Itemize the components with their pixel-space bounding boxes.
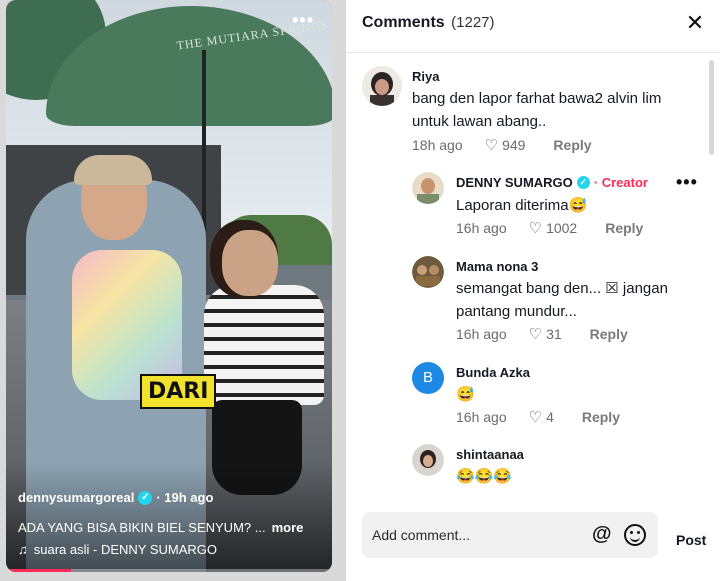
comment-item: DENNY SUMARGO ✓ · Creator ••• Laporan di… <box>346 168 720 238</box>
comments-title: Comments <box>362 14 445 31</box>
avatar[interactable] <box>412 256 444 288</box>
reply-button[interactable]: Reply <box>582 409 620 425</box>
avatar-image <box>412 444 444 476</box>
video-scene-umbrella-pole <box>202 50 206 230</box>
comment-meta: 16h ago ♡ 31 Reply <box>456 325 628 343</box>
avatar[interactable] <box>362 66 402 106</box>
video-scene-hat <box>74 155 152 185</box>
comment-author[interactable]: shintaanaa <box>456 447 524 462</box>
comment-author-name[interactable]: Bunda Azka <box>456 365 530 380</box>
comment-author[interactable]: DENNY SUMARGO ✓ · Creator <box>456 175 648 190</box>
video-scene-woman-top <box>204 285 324 405</box>
video-scene-woman <box>204 230 324 500</box>
author-username[interactable]: dennysumargoreal <box>18 490 134 505</box>
comments-count: (1227) <box>451 14 495 31</box>
comment-meta: 16h ago ♡ 1002 Reply <box>456 219 643 237</box>
avatar-letter: B <box>422 369 433 386</box>
comment-author-name[interactable]: Riya <box>412 69 439 84</box>
like-count: 31 <box>546 326 562 342</box>
comment-meta: 18h ago ♡ 949 Reply <box>412 136 592 154</box>
mention-icon[interactable]: @ <box>592 523 612 546</box>
music-title[interactable]: suara asli - DENNY SUMARGO <box>34 542 217 557</box>
music-note-icon: ♫ <box>18 542 28 557</box>
avatar[interactable]: B <box>412 362 444 394</box>
video-progress-fill <box>6 569 72 572</box>
like-count: 949 <box>502 137 526 153</box>
post-button[interactable]: Post <box>676 532 706 548</box>
video-author[interactable]: dennysumargoreal ✓ · 19h ago <box>18 490 213 505</box>
avatar-image <box>412 172 444 204</box>
video-caption: ADA YANG BISA BIKIN BIEL SENYUM? ... mor… <box>18 520 303 535</box>
reply-button[interactable]: Reply <box>553 137 591 153</box>
caption-text: ADA YANG BISA BIKIN BIEL SENYUM? ... <box>18 520 266 535</box>
creator-badge-label: Creator <box>601 175 648 190</box>
comment-item: Riya bang den lapor farhat bawa2 alvin l… <box>346 60 720 160</box>
avatar-image <box>412 256 444 288</box>
video-scene-woman-head <box>222 230 278 296</box>
comments-panel: Comments (1227) ✕ Riya bang den lapor fa… <box>346 0 720 581</box>
comment-text: semangat bang den... ☒ jangan pantang mu… <box>456 280 668 320</box>
avatar[interactable] <box>412 172 444 204</box>
like-count: 1002 <box>546 220 578 236</box>
heart-icon[interactable]: ♡ <box>529 408 542 426</box>
comment-text: bang den lapor farhat bawa2 alvin lim un… <box>412 90 662 130</box>
comment-author[interactable]: Mama nona 3 <box>456 259 538 274</box>
comment-time: 18h ago <box>412 137 463 153</box>
comments-header: Comments (1227) <box>362 14 495 32</box>
caption-more-button[interactable]: more <box>272 520 304 535</box>
video-time-ago: · 19h ago <box>156 490 214 505</box>
comment-author-name[interactable]: Mama nona 3 <box>456 259 538 274</box>
heart-icon[interactable]: ♡ <box>529 325 542 343</box>
video-player[interactable]: THE MUTIARA SPRINGS DARI ••• dennysumarg… <box>6 0 332 572</box>
comment-author[interactable]: Bunda Azka <box>456 365 530 380</box>
comment-author-name[interactable]: DENNY SUMARGO <box>456 175 573 190</box>
creator-badge: · Creator <box>594 175 648 190</box>
reply-button[interactable]: Reply <box>605 220 643 236</box>
verified-badge-icon: ✓ <box>138 490 153 505</box>
close-icon[interactable]: ✕ <box>684 12 706 34</box>
video-more-options-icon[interactable]: ••• <box>292 10 314 31</box>
comment-more-options-icon[interactable]: ••• <box>676 172 698 193</box>
comment-item: shintaanaa 😂😂😂 <box>346 440 720 496</box>
video-music[interactable]: ♫ suara asli - DENNY SUMARGO <box>18 542 217 557</box>
heart-icon[interactable]: ♡ <box>529 219 542 237</box>
comment-item: B Bunda Azka 😅 16h ago ♡ 4 Reply <box>346 358 720 428</box>
avatar-image <box>362 66 402 106</box>
comment-time: 16h ago <box>456 409 507 425</box>
comment-time: 16h ago <box>456 326 507 342</box>
emoji-icon[interactable] <box>624 524 646 546</box>
comment-composer: @ <box>362 512 658 558</box>
avatar[interactable] <box>412 444 444 476</box>
comment-input[interactable] <box>372 522 592 548</box>
comment-author[interactable]: Riya <box>412 69 439 84</box>
comment-text: 😂😂😂 <box>456 468 513 485</box>
heart-icon[interactable]: ♡ <box>485 136 498 154</box>
like-count: 4 <box>546 409 554 425</box>
video-progress-bar[interactable] <box>6 569 332 572</box>
verified-badge-icon: ✓ <box>576 176 590 189</box>
comment-time: 16h ago <box>456 220 507 236</box>
comment-author-name[interactable]: shintaanaa <box>456 447 524 462</box>
video-sticker-text: DARI <box>140 374 217 409</box>
comment-text: 😅 <box>456 386 475 403</box>
creator-dot: · <box>593 175 602 190</box>
comment-meta: 16h ago ♡ 4 Reply <box>456 408 620 426</box>
reply-button[interactable]: Reply <box>590 326 628 342</box>
header-divider <box>346 52 720 53</box>
comment-text: Laporan diterima😅 <box>456 197 588 214</box>
comment-item: Mama nona 3 semangat bang den... ☒ janga… <box>346 252 720 344</box>
